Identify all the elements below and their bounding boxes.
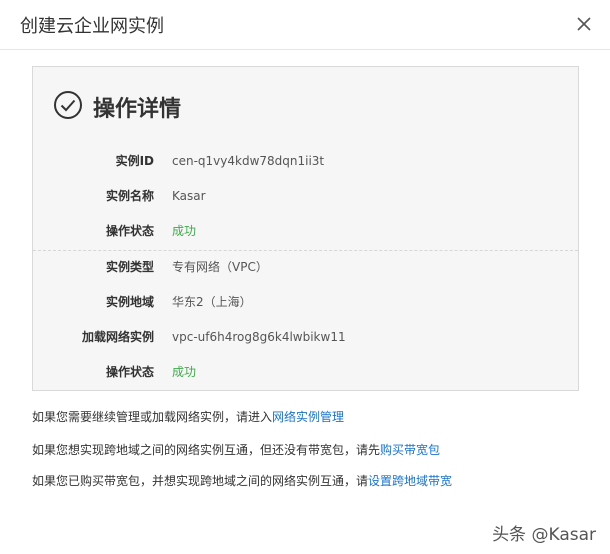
- network-instance-management-link[interactable]: 网络实例管理: [272, 410, 344, 424]
- note-text: 如果您需要继续管理或加载网络实例，请进入: [32, 410, 273, 424]
- set-cross-region-bandwidth-link[interactable]: 设置跨地域带宽: [368, 474, 452, 488]
- row-label: 实例名称: [105, 189, 154, 203]
- close-icon[interactable]: [576, 16, 592, 32]
- row-label: 操作状态: [105, 365, 154, 379]
- row-value: cen-q1vy4kdw78dqn1ii3t: [172, 154, 325, 168]
- operation-details-panel: 操作详情 实例ID cen-q1vy4kdw78dqn1ii3t 实例名称 Ka…: [32, 66, 579, 391]
- row-label: 实例ID: [115, 154, 154, 168]
- section-divider: [33, 250, 578, 251]
- dialog-header: 创建云企业网实例: [0, 0, 610, 50]
- buy-bandwidth-package-link[interactable]: 购买带宽包: [380, 443, 440, 457]
- detail-row-operation-status: 操作状态 成功: [33, 221, 580, 241]
- row-value: 专有网络（VPC）: [172, 260, 268, 274]
- check-circle-icon: [54, 91, 82, 119]
- dialog-title: 创建云企业网实例: [20, 16, 164, 37]
- watermark: 头条 @Kasar: [492, 525, 596, 545]
- row-value: vpc-uf6h4rog8g6k4lwbikw11: [172, 330, 346, 344]
- panel-title: 操作详情: [93, 97, 182, 122]
- status-value: 成功: [172, 224, 197, 238]
- note-buy-bandwidth: 如果您想实现跨地域之间的网络实例互通，但还没有带宽包，请先购买带宽包: [32, 441, 440, 459]
- row-label: 加载网络实例: [81, 330, 154, 344]
- note-set-bandwidth: 如果您已购买带宽包，并想实现跨地域之间的网络实例互通，请设置跨地域带宽: [32, 472, 452, 490]
- note-manage-instances: 如果您需要继续管理或加载网络实例，请进入网络实例管理: [32, 408, 344, 426]
- detail-row-instance-region: 实例地域 华东2（上海）: [33, 292, 580, 312]
- row-label: 实例地域: [105, 295, 154, 309]
- detail-row-instance-type: 实例类型 专有网络（VPC）: [33, 257, 580, 277]
- detail-row-attached-network: 加载网络实例 vpc-uf6h4rog8g6k4lwbikw11: [33, 327, 580, 347]
- detail-row-operation-status-2: 操作状态 成功: [33, 362, 580, 382]
- row-value: 华东2（上海）: [172, 295, 252, 309]
- note-text: 如果您已购买带宽包，并想实现跨地域之间的网络实例互通，请: [32, 474, 369, 488]
- note-text: 如果您想实现跨地域之间的网络实例互通，但还没有带宽包，请先: [32, 443, 381, 457]
- row-label: 实例类型: [105, 260, 154, 274]
- row-value: Kasar: [172, 189, 206, 203]
- row-label: 操作状态: [105, 224, 154, 238]
- detail-row-instance-id: 实例ID cen-q1vy4kdw78dqn1ii3t: [33, 151, 580, 171]
- detail-row-instance-name: 实例名称 Kasar: [33, 186, 580, 206]
- status-value: 成功: [172, 365, 197, 379]
